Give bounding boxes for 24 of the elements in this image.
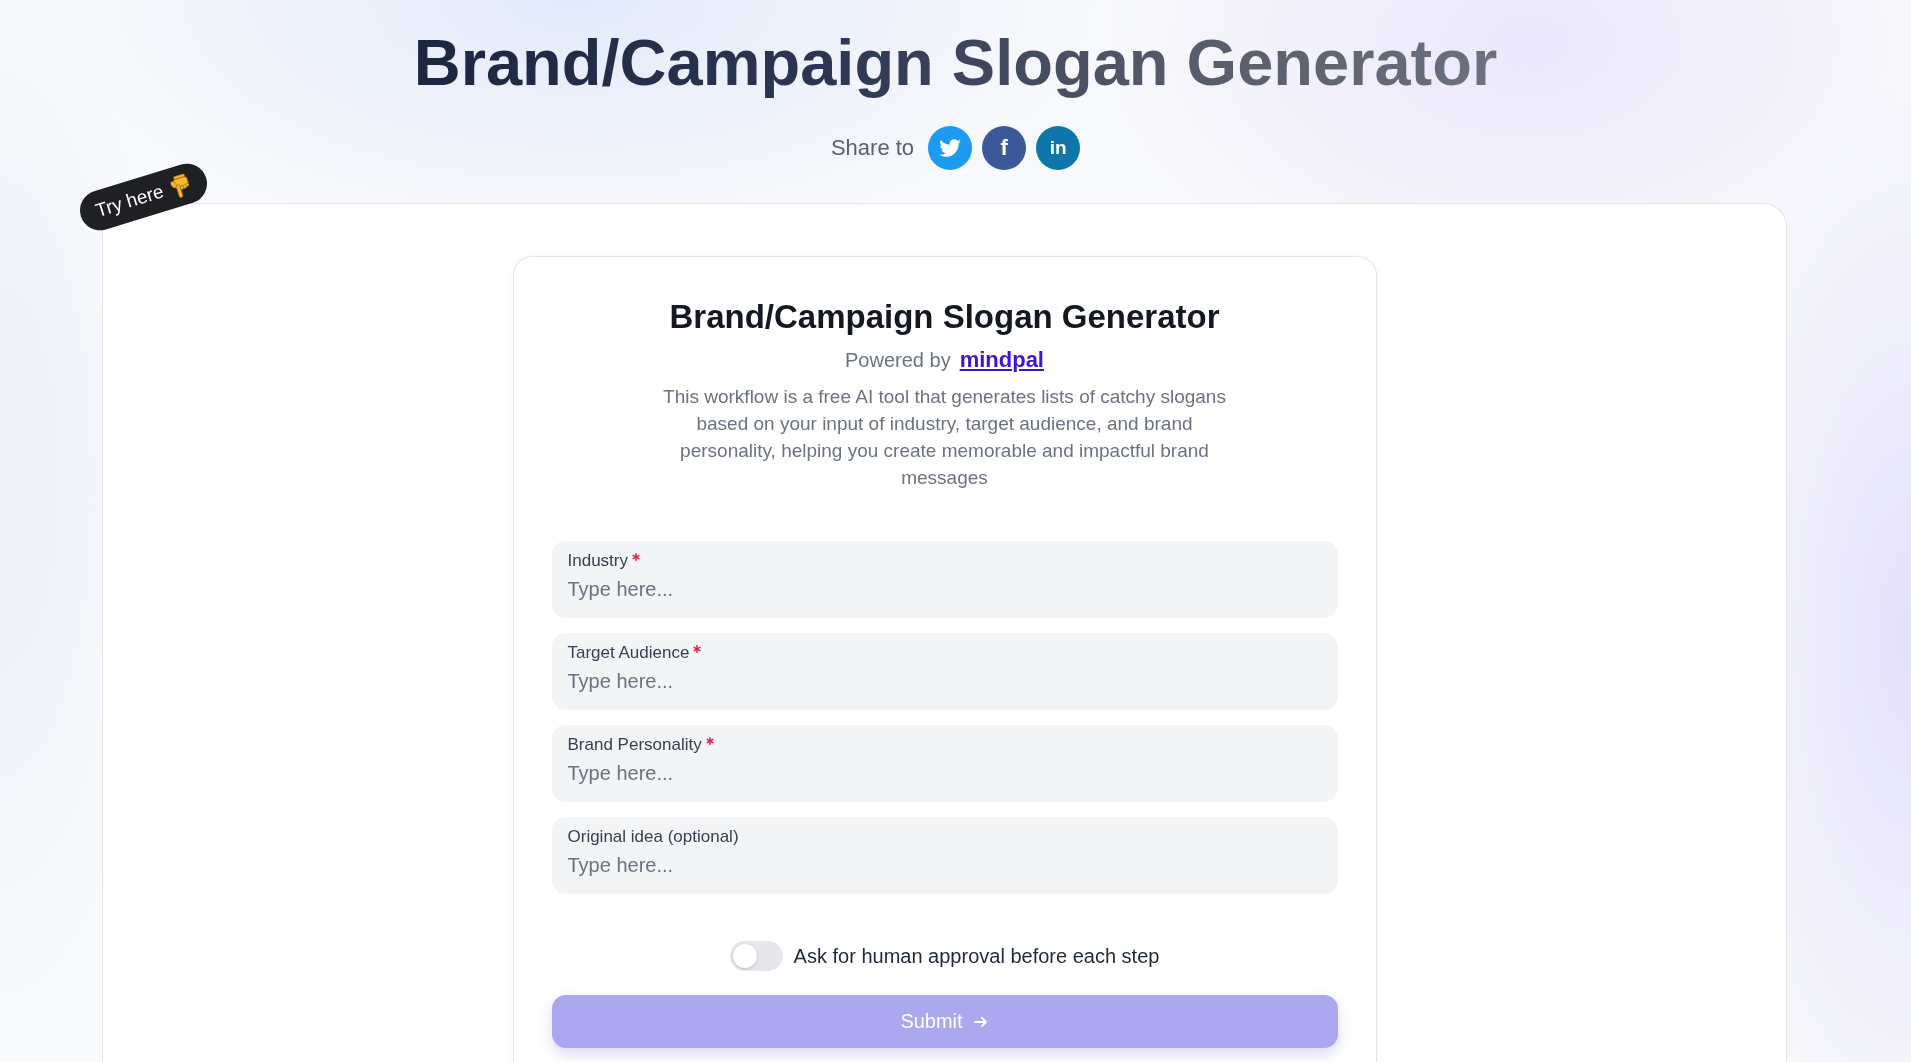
input-field[interactable]: Original idea (optional) Type here... [551, 817, 1338, 894]
description: This workflow is a free AI tool that generates lists of catchy slogans based on your input of industry, target audience, and brand personality, helping you create memorable and impactful brand messages [662, 385, 1227, 490]
input-field[interactable]: Target Audience Type here... [551, 633, 1338, 710]
share-button[interactable]: f [982, 126, 1027, 170]
bird-icon [939, 139, 962, 157]
powered-by-label: Powered by [845, 348, 951, 372]
share-label: Share to [830, 135, 915, 161]
field-label: Target Audience [567, 643, 690, 663]
share-button[interactable]: in [1036, 126, 1081, 170]
field-label: Industry [567, 551, 628, 571]
text-input[interactable]: Type here... [567, 577, 1322, 602]
share-button[interactable] [928, 126, 973, 170]
text-input[interactable]: Type here... [567, 669, 1322, 694]
text-input[interactable]: Type here... [567, 761, 1322, 786]
callout-label: Try here [92, 180, 167, 222]
input-field[interactable]: Brand Personality Type here... [551, 725, 1338, 802]
toggle-switch[interactable] [729, 941, 783, 971]
form-title: Brand/Campaign Slogan Generator [669, 297, 1220, 337]
brand-link[interactable]: mindpal [959, 347, 1044, 373]
input-field[interactable]: Industry Type here... [551, 541, 1338, 618]
field-label: Original idea (optional) [567, 827, 739, 847]
field-label: Brand Personality [567, 735, 702, 755]
text-input[interactable]: Type here... [567, 853, 1322, 878]
toggle-label: Ask for human approval before each step [793, 944, 1160, 968]
